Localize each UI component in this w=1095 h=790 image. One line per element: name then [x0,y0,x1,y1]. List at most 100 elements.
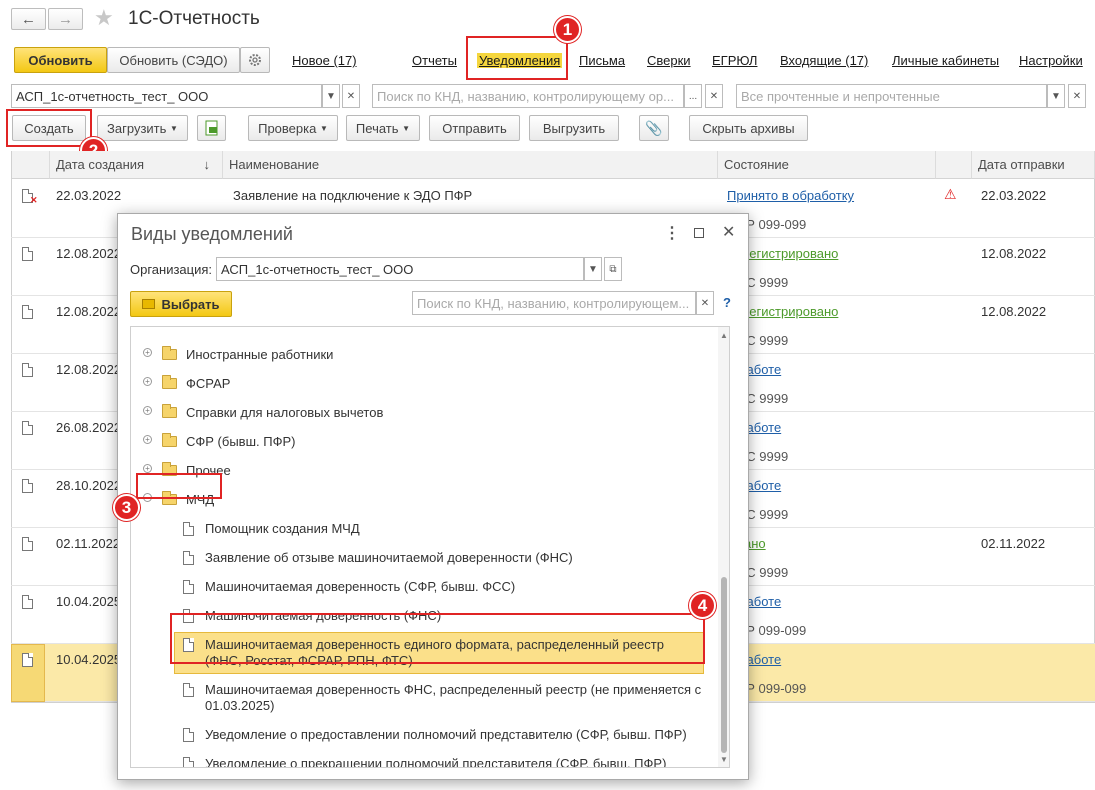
nav-link-personal-accounts[interactable]: Личные кабинеты [892,53,999,68]
row-name: Заявление на подключение к ЭДО ПФР [233,188,473,203]
chevron-down-icon: ▼ [326,90,336,102]
tree-folder-fsrar[interactable]: + ФСРАР [131,370,716,396]
nav-link-incoming[interactable]: Входящие (17) [780,53,868,68]
header-date-created[interactable]: Дата создания ↓ [50,151,223,179]
search-input[interactable]: Поиск по КНД, названию, контролирующему … [372,84,684,108]
arrow-left-icon: ← [21,10,36,28]
window-title: 1С-Отчетность [128,8,260,29]
tree-scrollbar[interactable]: ▲ ▼ [718,327,729,767]
scrollbar-thumb[interactable] [721,577,727,753]
status-filter[interactable]: Все прочтенные и непрочтенные [736,84,1047,108]
tree-item[interactable]: Машиночитаемая доверенность ФНС, распред… [131,677,716,717]
document-icon [183,522,194,536]
select-icon [142,299,156,309]
tree-item[interactable]: Уведомление о прекращении полномочий пре… [131,750,716,767]
search-clear-button[interactable]: ✕ [705,84,723,108]
nav-link-egrul[interactable]: ЕГРЮЛ [712,53,757,68]
tree-item[interactable]: Уведомление о предоставлении полномочий … [131,721,716,747]
header-name[interactable]: Наименование [223,151,718,179]
tree-item[interactable]: Заявление об отзыве машиночитаемой довер… [131,544,716,570]
status-clear-button[interactable]: ✕ [1068,84,1086,108]
load-label: Загрузить [107,120,167,136]
tree-folder-foreign-workers[interactable]: + Иностранные работники [131,341,716,367]
header-status[interactable]: Состояние [718,151,936,179]
dialog-search-input[interactable]: Поиск по КНД, названию, контролирующем..… [412,291,696,315]
dialog-org-open[interactable]: ⧉ [604,257,622,281]
tree-folder-sfr[interactable]: + СФР (бывш. ПФР) [131,428,716,454]
star-icon[interactable]: ★ [94,5,114,31]
forward-button[interactable]: → [48,8,83,30]
nav-link-new[interactable]: Новое (17) [292,53,357,68]
status-dropdown-button[interactable]: ▼ [1047,84,1065,108]
document-icon [183,683,194,697]
select-button[interactable]: Выбрать [130,291,232,317]
annotation-box-3 [136,473,222,499]
document-icon [22,363,33,377]
print-label: Печать [355,120,399,136]
settings-gear-button[interactable] [240,47,270,73]
header-date-sent[interactable]: Дата отправки [972,151,1095,179]
expand-icon[interactable]: + [143,377,152,386]
nav-link-letters[interactable]: Письма [579,53,625,68]
send-button[interactable]: Отправить [429,115,520,141]
close-icon[interactable]: ✕ [722,222,735,242]
chevron-down-icon: ▼ [170,123,178,133]
document-icon [22,479,33,493]
hide-archives-button[interactable]: Скрыть архивы [689,115,808,141]
warning-icon: ⚠ [944,186,957,202]
nav-link-reports[interactable]: Отчеты [412,53,457,68]
more-actions-icon[interactable]: ⋮ [664,223,680,243]
maximize-icon[interactable] [694,228,704,238]
expand-icon[interactable]: + [143,406,152,415]
tree-folder-tax-certificates[interactable]: + Справки для налоговых вычетов [131,399,716,425]
row-date: 12.08.2022 [56,362,122,377]
org-dropdown-button[interactable]: ▼ [322,84,340,108]
help-icon[interactable]: ? [723,295,731,310]
print-button[interactable]: Печать ▼ [346,115,420,141]
row-date: 28.10.2022 [56,478,122,493]
notification-types-tree: ▲ ▼ + Иностранные работники + ФСРАР + Сп… [130,326,730,768]
tree-item[interactable]: Помощник создания МЧД [131,515,716,541]
row-status-link[interactable]: Принято в обработку [727,188,854,203]
sort-desc-icon: ↓ [203,157,211,172]
nav-link-settings[interactable]: Настройки [1019,53,1083,68]
refresh-sedo-button[interactable]: Обновить (СЭДО) [107,47,240,73]
refresh-button[interactable]: Обновить [14,47,107,73]
annotation-badge-4: 4 [689,592,716,619]
tree-item[interactable]: Машиночитаемая доверенность (СФР, бывш. … [131,573,716,599]
open-icon: ⧉ [609,263,617,275]
scroll-down-icon[interactable]: ▼ [720,755,728,764]
expand-icon[interactable]: + [143,435,152,444]
ellipsis-icon: ... [688,90,698,102]
org-clear-button[interactable]: ✕ [342,84,360,108]
select-button-label: Выбрать [161,296,220,312]
header-icon-col [12,151,50,179]
nav-link-reconciliations[interactable]: Сверки [647,53,691,68]
dialog-title: Виды уведомлений [131,224,293,244]
expand-icon[interactable]: + [143,348,152,357]
gear-icon [249,54,261,66]
row-date-sent: 02.11.2022 [981,536,1046,551]
scroll-up-icon[interactable]: ▲ [720,331,728,340]
attach-button[interactable]: 📎 [639,115,669,141]
check-label: Проверка [258,120,317,136]
item-label: Машиночитаемая доверенность (СФР, бывш. … [205,579,516,594]
dialog-org-dropdown[interactable]: ▼ [584,257,602,281]
back-button[interactable]: ← [11,8,46,30]
item-label: Уведомление о предоставлении полномочий … [205,727,687,742]
folder-icon [162,346,177,360]
chevron-down-icon: ▼ [588,263,598,275]
check-button[interactable]: Проверка ▼ [248,115,338,141]
folder-icon [162,433,177,447]
search-select-button[interactable]: ... [684,84,702,108]
row-date-sent: 12.08.2022 [981,246,1047,261]
folder-label: СФР (бывш. ПФР) [186,434,296,449]
dialog-search-clear[interactable]: ✕ [696,291,714,315]
expand-icon[interactable]: + [143,464,152,473]
row-date: 12.08.2022 [56,304,122,319]
load-button[interactable]: Загрузить ▼ [97,115,188,141]
unload-button[interactable]: Выгрузить [529,115,619,141]
dialog-organization-field[interactable]: АСП_1с-отчетность_тест_ ООО [216,257,584,281]
excel-load-button[interactable] [197,115,226,141]
organization-filter[interactable]: АСП_1с-отчетность_тест_ ООО [11,84,322,108]
